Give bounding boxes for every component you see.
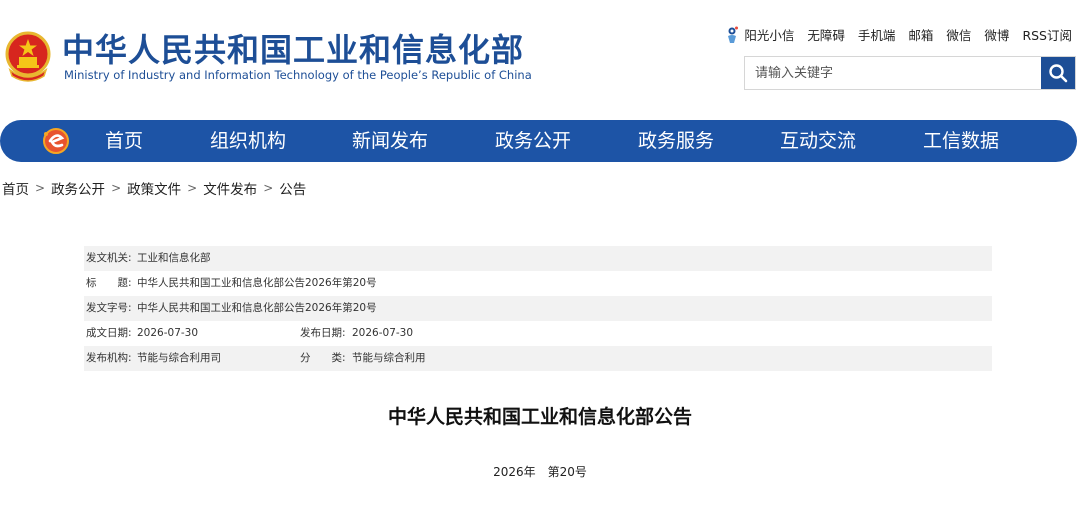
site-header: 中华人民共和国工业和信息化部 Ministry of Industry and …	[0, 0, 1080, 118]
meta-row-doc-number: 发文字号: 中华人民共和国工业和信息化部公告2026年第20号	[84, 296, 992, 321]
breadcrumb: 首页 > 政务公开 > 政策文件 > 文件发布 > 公告	[2, 178, 306, 198]
top-link-mobile[interactable]: 手机端	[858, 25, 896, 44]
nav-item-interaction[interactable]: 互动交流	[780, 120, 856, 162]
breadcrumb-publications[interactable]: 文件发布	[203, 178, 257, 198]
nav-item-news[interactable]: 新闻发布	[352, 120, 428, 162]
meta-value-category: 节能与综合利用	[352, 352, 426, 364]
meta-row-org: 发布机构: 节能与综合利用司 分 类: 节能与综合利用	[84, 346, 992, 371]
meta-row-issuer: 发文机关: 工业和信息化部	[84, 246, 992, 271]
top-link-weibo[interactable]: 微博	[984, 25, 1009, 44]
meta-label: 成文日期:	[86, 327, 132, 339]
breadcrumb-separator: >	[263, 181, 274, 195]
nav-item-home[interactable]: 首页	[104, 120, 144, 162]
national-emblem-icon[interactable]	[4, 30, 52, 84]
top-link-mail[interactable]: 邮箱	[908, 25, 933, 44]
breadcrumb-separator: >	[35, 181, 46, 195]
meta-value-issuer: 工业和信息化部	[137, 252, 211, 264]
nav-item-data[interactable]: 工信数据	[923, 120, 999, 162]
sunshine-icon	[728, 26, 739, 43]
search-box	[744, 56, 1076, 90]
site-subtitle: Ministry of Industry and Information Tec…	[64, 68, 532, 82]
search-icon	[1049, 64, 1068, 83]
top-links: 阳光小信 无障碍 手机端 邮箱 微信 微博 RSS订阅	[725, 25, 1072, 44]
breadcrumb-gov-affairs[interactable]: 政务公开	[51, 178, 105, 198]
meta-row-dates: 成文日期: 2026-07-30 发布日期: 2026-07-30	[84, 321, 992, 346]
top-link-label: 阳光小信	[744, 28, 795, 43]
search-input[interactable]	[745, 57, 1041, 89]
breadcrumb-policy[interactable]: 政策文件	[127, 178, 181, 198]
breadcrumb-home[interactable]: 首页	[2, 178, 29, 198]
meta-value-title: 中华人民共和国工业和信息化部公告2026年第20号	[137, 277, 377, 289]
meta-label: 发文机关:	[86, 252, 132, 264]
meta-label: 发布机构:	[86, 352, 132, 364]
document-number: 2026年 第20号	[493, 465, 587, 479]
meta-value-created: 2026-07-30	[137, 327, 199, 339]
document-title: 中华人民共和国工业和信息化部公告	[387, 406, 692, 428]
meta-label: 标 题:	[86, 277, 132, 289]
top-link-wechat[interactable]: 微信	[946, 25, 971, 44]
top-link-rss[interactable]: RSS订阅	[1022, 25, 1072, 44]
meta-value-doc-number: 中华人民共和国工业和信息化部公告2026年第20号	[137, 302, 377, 314]
meta-row-title: 标 题: 中华人民共和国工业和信息化部公告2026年第20号	[84, 271, 992, 296]
meta-value-org: 节能与综合利用司	[137, 352, 221, 364]
meta-label: 发布日期:	[300, 327, 346, 339]
nav-item-gov-service[interactable]: 政务服务	[638, 120, 714, 162]
breadcrumb-announcement[interactable]: 公告	[279, 178, 306, 198]
top-link-sunshine[interactable]: 阳光小信	[725, 25, 794, 44]
document-meta-table: 发文机关: 工业和信息化部 标 题: 中华人民共和国工业和信息化部公告2026年…	[84, 246, 992, 371]
site-title[interactable]: 中华人民共和国工业和信息化部	[62, 30, 524, 70]
breadcrumb-separator: >	[111, 181, 122, 195]
main-nav: 首页 组织机构 新闻发布 政务公开 政务服务 互动交流 工信数据	[0, 120, 1077, 162]
meta-label: 分 类:	[300, 352, 346, 364]
nav-item-organization[interactable]: 组织机构	[210, 120, 286, 162]
breadcrumb-separator: >	[187, 181, 198, 195]
ministry-logo-icon[interactable]	[40, 126, 72, 156]
meta-value-published: 2026-07-30	[352, 327, 414, 339]
top-link-accessibility[interactable]: 无障碍	[807, 25, 845, 44]
meta-label: 发文字号:	[86, 302, 132, 314]
search-button[interactable]	[1041, 57, 1075, 89]
nav-item-gov-affairs[interactable]: 政务公开	[495, 120, 571, 162]
